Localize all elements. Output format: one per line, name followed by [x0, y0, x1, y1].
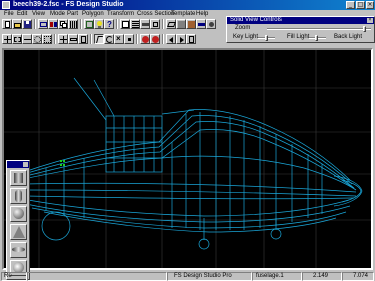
view-3d-icon[interactable]: [166, 19, 176, 29]
panel-title: Solid View Controls: [230, 17, 282, 23]
move-icon[interactable]: [58, 34, 68, 44]
palette-close-icon[interactable]: [23, 162, 28, 167]
wireframe-canvas[interactable]: [4, 50, 371, 268]
disc-primitive-icon[interactable]: [10, 242, 27, 258]
minimize-button[interactable]: _: [346, 1, 355, 9]
status-panel-y: 7.074: [342, 272, 374, 281]
export-icon[interactable]: [196, 19, 206, 29]
back-light-label: Back Light: [334, 34, 363, 40]
next-icon[interactable]: [176, 34, 186, 44]
mirror-icon[interactable]: [48, 19, 58, 29]
fuselage-wireframe: [23, 77, 363, 250]
panel-title-bar: Solid View Controls ×: [227, 17, 374, 24]
key-light-label: Key Light: [233, 34, 259, 40]
vertex-tool-icon[interactable]: [124, 34, 134, 44]
grid-icon[interactable]: [68, 19, 78, 29]
add-section-icon[interactable]: [186, 34, 196, 44]
menu-part[interactable]: Part: [67, 10, 78, 18]
zoom-slider-track[interactable]: [267, 28, 371, 30]
palette-title-bar: [7, 161, 29, 168]
status-panel-left: Re: [1, 272, 27, 281]
menu-help[interactable]: Help: [196, 10, 208, 18]
key-light-slider-thumb[interactable]: [265, 35, 268, 41]
status-panel-x: 2.149: [302, 272, 342, 281]
status-panel-app: FS Design Studio Pro: [167, 272, 252, 281]
design-viewport[interactable]: [2, 48, 373, 270]
status-bar: Re FS Design Studio Pro fuselage.1 2.149…: [0, 271, 375, 281]
solid-view-controls-panel: Solid View Controls × Zoom Key Light Fil…: [226, 16, 375, 43]
menu-mode[interactable]: Mode: [50, 10, 65, 18]
lightbulb-icon[interactable]: [94, 19, 104, 29]
freehand-select-icon[interactable]: [42, 34, 52, 44]
box-select-icon[interactable]: [12, 34, 22, 44]
help-icon[interactable]: ?: [104, 19, 114, 29]
delete-icon[interactable]: ×: [114, 34, 124, 44]
view-grid-icon[interactable]: [130, 19, 140, 29]
maximize-button[interactable]: □: [356, 1, 365, 9]
status-panel-blank: [27, 272, 167, 281]
window-title: beech39-2.fsc - FS Design Studio: [13, 1, 124, 8]
view-front-icon[interactable]: [150, 19, 160, 29]
cylinder-primitive-icon[interactable]: [10, 188, 27, 204]
title-bar: beech39-2.fsc - FS Design Studio _ □ ×: [0, 0, 375, 10]
save-icon[interactable]: [22, 19, 32, 29]
pointer-tool-icon[interactable]: [94, 34, 104, 44]
menu-transform[interactable]: Transform: [107, 10, 134, 18]
fill-light-label: Fill Light: [287, 34, 310, 40]
close-button[interactable]: ×: [366, 1, 374, 9]
scale-icon[interactable]: [68, 34, 78, 44]
new-file-icon[interactable]: [2, 19, 12, 29]
cube-primitive-icon[interactable]: [10, 170, 27, 186]
minus-icon[interactable]: [22, 34, 32, 44]
wireframe-icon[interactable]: [84, 19, 94, 29]
copy-icon[interactable]: [58, 19, 68, 29]
menu-edit[interactable]: Edit: [17, 10, 27, 18]
solid-view-icon[interactable]: [176, 19, 186, 29]
rotate-icon[interactable]: [104, 34, 114, 44]
sphere-primitive-icon[interactable]: [10, 206, 27, 222]
previous-icon[interactable]: [166, 34, 176, 44]
zoom-label: Zoom: [235, 25, 251, 31]
view-top-icon[interactable]: [120, 19, 130, 29]
render-icon[interactable]: [206, 19, 216, 29]
panel-close-icon[interactable]: ×: [367, 18, 373, 23]
app-icon[interactable]: [2, 1, 10, 9]
parts-icon[interactable]: [38, 19, 48, 29]
reference-grid: [4, 50, 371, 268]
cone-primitive-icon[interactable]: [10, 224, 27, 240]
open-folder-icon[interactable]: [12, 19, 22, 29]
circle-select-icon[interactable]: [32, 34, 42, 44]
primitives-palette: [6, 160, 30, 280]
main-toolbar: ?: [0, 18, 226, 31]
menu-template[interactable]: Template: [171, 10, 195, 18]
cursor-plus-icon[interactable]: [2, 34, 12, 44]
menu-view[interactable]: View: [32, 10, 45, 18]
status-x-coordinate: 2.149: [313, 273, 329, 279]
status-y-coordinate: 7.074: [353, 273, 369, 279]
zoom-slider-thumb[interactable]: [363, 26, 366, 32]
texture-icon[interactable]: [186, 19, 196, 29]
status-app-name: FS Design Studio Pro: [174, 273, 232, 279]
fill-light-slider-thumb[interactable]: [315, 35, 318, 41]
menu-file[interactable]: File: [4, 10, 14, 18]
status-left-text: Re: [4, 273, 12, 279]
view-side-icon[interactable]: [140, 19, 150, 29]
weld-icon[interactable]: [140, 34, 150, 44]
menu-polygon[interactable]: Polygon: [82, 10, 104, 18]
split-icon[interactable]: [150, 34, 160, 44]
menu-bar: File Edit View Mode Part Polygon Transfo…: [0, 10, 226, 18]
menu-cross-section[interactable]: Cross Section: [137, 10, 174, 18]
edit-toolbar: ×: [0, 33, 226, 46]
status-part-name: fuselage.1: [256, 273, 284, 279]
status-panel-part: fuselage.1: [252, 272, 302, 281]
stretch-icon[interactable]: [78, 34, 88, 44]
